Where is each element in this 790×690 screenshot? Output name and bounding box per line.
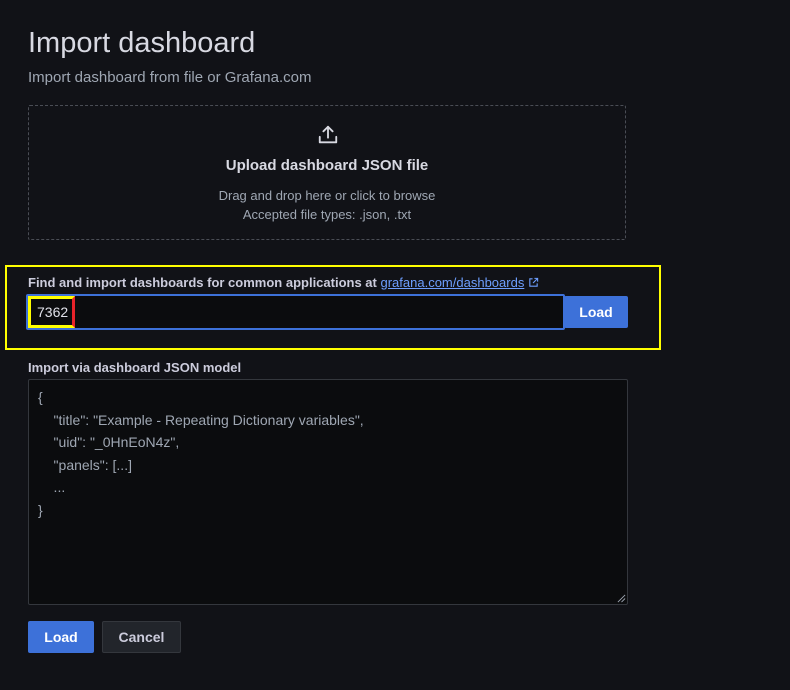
page-title: Import dashboard	[28, 27, 256, 59]
placeholder-line: ...	[38, 479, 66, 495]
upload-title: Upload dashboard JSON file	[225, 157, 429, 174]
grafana-com-input-wrapper	[26, 294, 565, 330]
upload-icon	[318, 125, 338, 144]
placeholder-line: "uid": "_0HnEoN4z",	[38, 434, 180, 450]
load-grafana-com-button[interactable]: Load	[564, 296, 628, 328]
grafana-com-label: Find and import dashboards for common ap…	[28, 275, 539, 290]
placeholder-line: "panels": [...]	[38, 456, 132, 473]
upload-hint-drag: Drag and drop here or click to browse	[218, 188, 436, 203]
import-dashboard-page: Import dashboard Import dashboard from f…	[0, 0, 790, 690]
cancel-button[interactable]: Cancel	[102, 621, 181, 653]
upload-dropzone[interactable]: Upload dashboard JSON file Drag and drop…	[28, 105, 626, 240]
placeholder-line: }	[38, 501, 43, 518]
resize-grip-icon[interactable]	[617, 594, 626, 603]
external-link-icon[interactable]	[528, 277, 539, 288]
placeholder-line: "title": "Example - Repeating Dictionary…	[38, 411, 364, 428]
json-model-placeholder: { "title": "Example - Repeating Dictiona…	[38, 386, 364, 521]
placeholder-line: {	[38, 389, 43, 405]
json-model-label: Import via dashboard JSON model	[28, 360, 242, 375]
page-subtitle: Import dashboard from file or Grafana.co…	[28, 69, 312, 86]
grafana-com-label-text: Find and import dashboards for common ap…	[28, 275, 377, 290]
upload-hint-filetypes: Accepted file types: .json, .txt	[242, 207, 412, 222]
load-json-button[interactable]: Load	[28, 621, 94, 653]
json-model-textarea[interactable]: { "title": "Example - Repeating Dictiona…	[28, 379, 628, 605]
grafana-com-dashboards-link[interactable]: grafana.com/dashboards	[381, 275, 525, 290]
grafana-com-dashboard-id-input[interactable]	[28, 296, 563, 328]
